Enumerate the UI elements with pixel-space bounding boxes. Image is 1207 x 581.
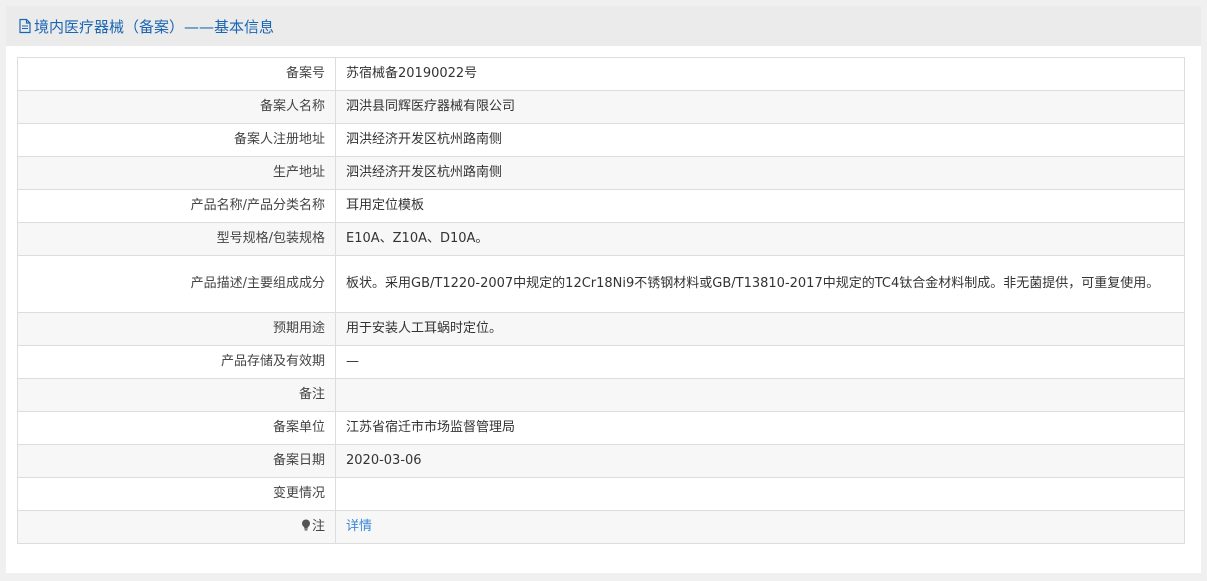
row-value: 用于安装人工耳蜗时定位。 — [335, 312, 1185, 346]
lightbulb-icon — [301, 519, 310, 531]
row-label: 型号规格/包装规格 — [17, 222, 336, 256]
table-row: 预期用途 用于安装人工耳蜗时定位。 — [17, 312, 1185, 346]
table-row: 型号规格/包装规格 E10A、Z10A、D10A。 — [17, 222, 1185, 256]
table-row: 备案人名称 泗洪县同辉医疗器械有限公司 — [17, 90, 1185, 124]
table-row: 产品描述/主要组成成分 板状。采用GB/T1220-2007中规定的12Cr18… — [17, 255, 1185, 313]
row-label: 备案人名称 — [17, 90, 336, 124]
row-label: 备案单位 — [17, 411, 336, 445]
row-value: 苏宿械备20190022号 — [335, 57, 1185, 91]
row-value: 江苏省宿迁市市场监督管理局 — [335, 411, 1185, 445]
row-value: 泗洪县同辉医疗器械有限公司 — [335, 90, 1185, 124]
row-value: 2020-03-06 — [335, 444, 1185, 478]
row-label-note: 注 — [17, 510, 336, 544]
row-value: 泗洪经济开发区杭州路南侧 — [335, 123, 1185, 157]
table-row: 备案号 苏宿械备20190022号 — [17, 57, 1185, 91]
info-panel: 境内医疗器械（备案）——基本信息 备案号 苏宿械备20190022号 备案人名称… — [6, 6, 1201, 573]
info-table: 备案号 苏宿械备20190022号 备案人名称 泗洪县同辉医疗器械有限公司 备案… — [17, 57, 1185, 544]
table-row: 备案日期 2020-03-06 — [17, 444, 1185, 478]
row-label: 产品存储及有效期 — [17, 345, 336, 379]
row-value: 板状。采用GB/T1220-2007中规定的12Cr18Ni9不锈钢材料或GB/… — [335, 255, 1185, 313]
row-label: 产品名称/产品分类名称 — [17, 189, 336, 223]
table-row: 备案人注册地址 泗洪经济开发区杭州路南侧 — [17, 123, 1185, 157]
table-row: 备案单位 江苏省宿迁市市场监督管理局 — [17, 411, 1185, 445]
row-value — [335, 477, 1185, 511]
details-link[interactable]: 详情 — [346, 519, 372, 534]
row-label: 备注 — [17, 378, 336, 412]
row-value: 详情 — [335, 510, 1185, 544]
row-value: 耳用定位模板 — [335, 189, 1185, 223]
table-row: 备注 — [17, 378, 1185, 412]
row-label: 产品描述/主要组成成分 — [17, 255, 336, 313]
table-row: 注 详情 — [17, 510, 1185, 544]
row-label: 备案日期 — [17, 444, 336, 478]
panel-header: 境内医疗器械（备案）——基本信息 — [6, 6, 1201, 46]
row-label: 变更情况 — [17, 477, 336, 511]
table-row: 变更情况 — [17, 477, 1185, 511]
row-label: 备案人注册地址 — [17, 123, 336, 157]
row-value: 泗洪经济开发区杭州路南侧 — [335, 156, 1185, 190]
row-value: E10A、Z10A、D10A。 — [335, 222, 1185, 256]
row-value — [335, 378, 1185, 412]
table-row: 产品存储及有效期 — — [17, 345, 1185, 379]
note-label: 注 — [311, 519, 325, 534]
row-label: 生产地址 — [17, 156, 336, 190]
row-value: — — [335, 345, 1185, 379]
table-row: 生产地址 泗洪经济开发区杭州路南侧 — [17, 156, 1185, 190]
table-row: 产品名称/产品分类名称 耳用定位模板 — [17, 189, 1185, 223]
row-label: 预期用途 — [17, 312, 336, 346]
page-title: 境内医疗器械（备案）——基本信息 — [34, 17, 275, 36]
row-label: 备案号 — [17, 57, 336, 91]
document-icon — [19, 18, 31, 34]
panel-title: 境内医疗器械（备案）——基本信息 — [18, 16, 274, 37]
